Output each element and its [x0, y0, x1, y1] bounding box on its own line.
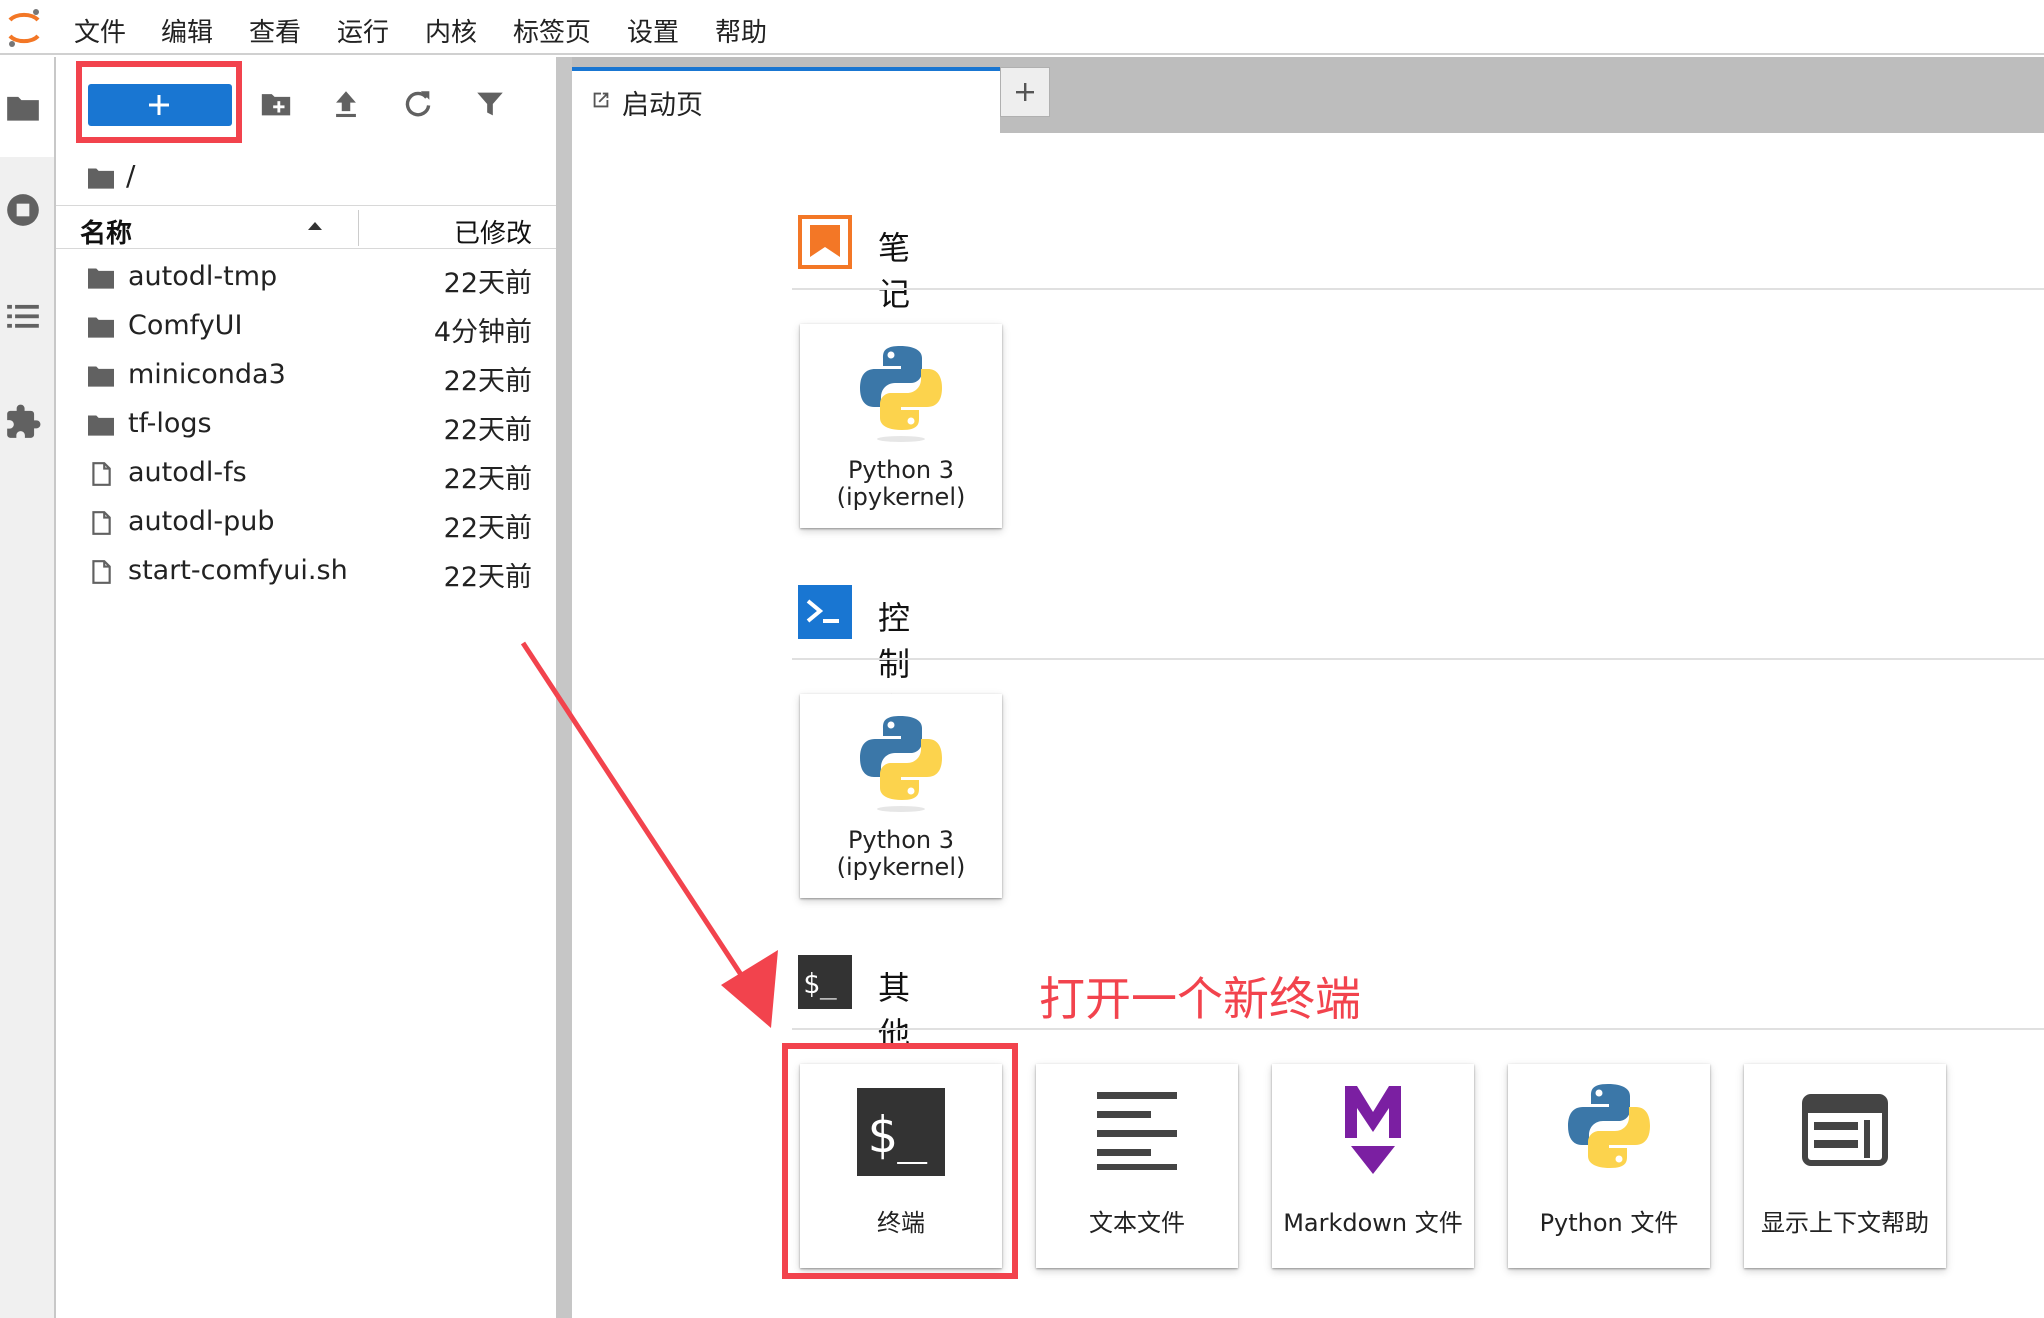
menu-edit[interactable]: 编辑 — [161, 12, 213, 49]
terminal-label: 终端 — [877, 1209, 925, 1237]
console-python3-card[interactable]: Python 3 (ipykernel) — [800, 694, 1002, 898]
folder-icon — [88, 366, 114, 387]
file-browser-panel: / 名称 已修改 autodl-tmp 22天前 ComfyUI 4分钟前 minico… — [56, 57, 556, 1318]
terminal-icon: $_ — [857, 1088, 945, 1176]
file-modified: 22天前 — [443, 366, 532, 397]
breadcrumb-path[interactable]: / — [126, 159, 135, 192]
plus-icon — [149, 95, 169, 115]
file-list-header: 名称 已修改 — [56, 205, 556, 249]
folder-icon — [88, 415, 114, 436]
file-icon — [92, 511, 111, 535]
menu-settings[interactable]: 设置 — [627, 12, 679, 49]
menu-help[interactable]: 帮助 — [715, 12, 767, 49]
context-help-card[interactable]: 显示上下文帮助 — [1744, 1064, 1946, 1268]
python-logo-icon — [860, 716, 942, 812]
text-file-label: 文本文件 — [1089, 1209, 1185, 1237]
section-divider — [792, 288, 2044, 290]
menu-run[interactable]: 运行 — [337, 12, 389, 49]
tab-bar: 启动页 — [572, 57, 2044, 133]
kernel-name: Python 3 — [847, 456, 955, 484]
python-file-card[interactable]: Python 文件 — [1508, 1064, 1710, 1268]
running-sessions-icon[interactable] — [4, 191, 42, 229]
section-divider — [792, 658, 2044, 660]
table-of-contents-icon[interactable] — [4, 297, 42, 335]
refresh-icon[interactable] — [401, 87, 435, 121]
menu-bar: 文件 编辑 查看 运行 内核 标签页 设置 帮助 — [0, 0, 2044, 55]
panel-splitter[interactable] — [556, 57, 572, 1318]
add-tab-button[interactable] — [1000, 67, 1050, 117]
tab-launcher-label: 启动页 — [622, 90, 703, 121]
file-row[interactable]: autodl-tmp 22天前 — [56, 253, 556, 302]
kernel-spec: (ipykernel) — [836, 483, 966, 511]
svg-text:$_: $_ — [803, 967, 837, 1001]
file-modified: 22天前 — [443, 415, 532, 446]
svg-text:$_: $_ — [867, 1106, 928, 1164]
section-divider — [792, 1028, 2044, 1030]
file-modified: 22天前 — [443, 562, 532, 593]
terminal-section-icon: $_ — [798, 955, 852, 1009]
sort-ascending-icon — [308, 222, 322, 230]
context-help-icon — [1802, 1094, 1888, 1166]
file-row[interactable]: autodl-pub 22天前 — [56, 498, 556, 547]
console-icon — [798, 585, 852, 639]
python-file-label: Python 文件 — [1539, 1209, 1679, 1237]
folder-icon — [88, 268, 114, 289]
markdown-file-card[interactable]: Markdown 文件 — [1272, 1064, 1474, 1268]
launch-icon — [593, 92, 609, 108]
text-file-icon — [1097, 1092, 1177, 1170]
file-row[interactable]: miniconda3 22天前 — [56, 351, 556, 400]
file-name: autodl-fs — [128, 457, 247, 488]
file-modified: 22天前 — [443, 513, 532, 544]
column-name-header[interactable]: 名称 — [80, 213, 132, 250]
plus-icon — [1016, 83, 1034, 101]
file-icon — [92, 462, 111, 486]
python-logo-icon — [1568, 1084, 1650, 1168]
file-name: start-comfyui.sh — [128, 555, 348, 586]
file-row[interactable]: autodl-fs 22天前 — [56, 449, 556, 498]
folder-icon[interactable] — [4, 89, 42, 127]
column-modified-header[interactable]: 已修改 — [454, 213, 532, 250]
kernel-spec: (ipykernel) — [836, 853, 966, 881]
file-name: ComfyUI — [128, 310, 243, 341]
notebook-python3-card[interactable]: Python 3 (ipykernel) — [800, 324, 1002, 528]
filter-icon[interactable] — [473, 87, 507, 121]
file-name: autodl-tmp — [128, 261, 278, 292]
activity-rail — [0, 57, 56, 1318]
file-name: autodl-pub — [128, 506, 275, 537]
file-row[interactable]: tf-logs 22天前 — [56, 400, 556, 449]
extension-puzzle-icon[interactable] — [4, 403, 42, 441]
annotation-label: 打开一个新终端 — [1039, 972, 1361, 1026]
markdown-icon — [1345, 1086, 1401, 1174]
upload-icon[interactable] — [329, 87, 363, 121]
file-modified: 4分钟前 — [433, 317, 532, 348]
file-modified: 22天前 — [443, 464, 532, 495]
file-row[interactable]: ComfyUI 4分钟前 — [56, 302, 556, 351]
menu-file[interactable]: 文件 — [74, 12, 126, 49]
menu-view[interactable]: 查看 — [249, 12, 301, 49]
new-folder-icon[interactable] — [259, 87, 293, 121]
home-folder-icon[interactable] — [86, 165, 116, 191]
jupyter-logo-icon — [8, 9, 40, 47]
new-launcher-button[interactable] — [88, 84, 232, 126]
other-section-title: 其他 — [878, 969, 911, 1053]
context-help-label: 显示上下文帮助 — [1761, 1209, 1929, 1237]
tab-launcher[interactable]: 启动页 — [572, 67, 1000, 133]
text-file-card[interactable]: 文本文件 — [1036, 1064, 1238, 1268]
menu-kernel[interactable]: 内核 — [425, 12, 477, 49]
menu-tabs[interactable]: 标签页 — [513, 12, 591, 49]
file-icon — [92, 560, 111, 584]
folder-icon — [88, 317, 114, 338]
file-name: miniconda3 — [128, 359, 286, 390]
column-divider[interactable] — [358, 210, 359, 246]
launcher-panel: 笔记本 Python 3 (ipykernel) 控制台 Pyth — [572, 133, 2044, 1318]
markdown-file-label: Markdown 文件 — [1283, 1209, 1463, 1237]
file-name: tf-logs — [128, 408, 212, 439]
notebook-icon — [798, 215, 852, 269]
terminal-card[interactable]: $_ 终端 — [800, 1064, 1002, 1268]
file-row[interactable]: start-comfyui.sh 22天前 — [56, 547, 556, 596]
file-modified: 22天前 — [443, 268, 532, 299]
python-logo-icon — [860, 346, 942, 442]
kernel-name: Python 3 — [847, 826, 955, 854]
